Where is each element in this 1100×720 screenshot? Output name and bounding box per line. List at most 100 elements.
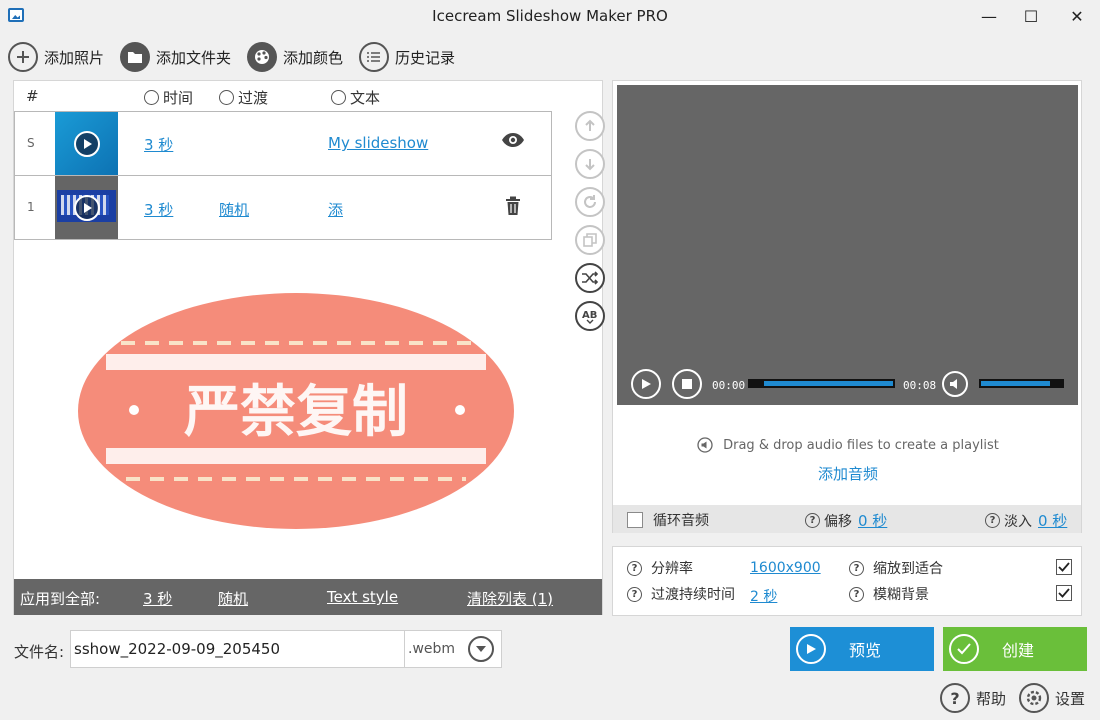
blur-bg-label: 模糊背景 <box>873 587 929 603</box>
stop-icon <box>682 379 692 389</box>
row-transition-link[interactable]: 随机 <box>219 199 249 220</box>
help-icon[interactable]: ? <box>985 513 1000 528</box>
trash-icon[interactable] <box>505 196 521 220</box>
offset-setting: ? 偏移 0 秒 <box>805 510 887 531</box>
filename-input[interactable] <box>71 631 405 667</box>
volume-slider[interactable] <box>979 379 1064 388</box>
help-icon[interactable]: ? <box>805 513 820 528</box>
add-color-button[interactable]: 添加颜色 <box>247 40 343 74</box>
play-icon <box>642 379 651 389</box>
filename-box: .webm <box>70 630 502 668</box>
move-down-button[interactable] <box>575 149 605 179</box>
move-up-button[interactable] <box>575 111 605 141</box>
help-icon[interactable]: ? <box>627 560 642 576</box>
offset-value-link[interactable]: 0 秒 <box>858 510 887 531</box>
maximize-button[interactable]: ☐ <box>1008 0 1054 32</box>
scale-fit-checkbox[interactable] <box>1056 559 1072 575</box>
rotate-button[interactable] <box>575 187 605 217</box>
minimize-button[interactable]: — <box>966 0 1012 32</box>
apply-transition-link[interactable]: 随机 <box>218 588 248 609</box>
slide-thumbnail[interactable] <box>55 176 118 239</box>
help-button[interactable]: ? 帮助 <box>940 683 1006 713</box>
row-text-link[interactable]: 添 <box>328 199 343 220</box>
help-icon: ? <box>940 683 970 713</box>
history-button[interactable]: 历史记录 <box>359 40 455 74</box>
text-icon <box>331 90 346 105</box>
create-button[interactable]: 创建 <box>943 627 1087 671</box>
table-row[interactable]: S 3 秒 My slideshow <box>14 111 552 176</box>
audio-options-bar: 循环音频 ? 偏移 0 秒 ? 淡入 0 秒 <box>613 505 1081 533</box>
arrow-up-icon <box>585 119 595 131</box>
palette-icon <box>247 42 278 72</box>
row-time-link[interactable]: 3 秒 <box>144 134 173 155</box>
output-settings: ? 分辨率 1600x900 ? 过渡持续时间 2 秒 ? 缩放到适合 ? 模糊… <box>612 546 1082 616</box>
total-time: 00:08 <box>903 379 937 392</box>
extension-label: .webm <box>408 641 456 657</box>
add-folder-button[interactable]: 添加文件夹 <box>120 40 231 74</box>
help-icon[interactable]: ? <box>849 586 864 602</box>
filename-label: 文件名: <box>14 643 65 661</box>
clear-list-link[interactable]: 清除列表 (1) <box>467 588 553 609</box>
transition-duration-link[interactable]: 2 秒 <box>750 586 777 606</box>
text-style-link[interactable]: Text style <box>327 588 398 606</box>
watermark-stamp: 严禁复制 <box>78 293 514 529</box>
loop-audio-label: 循环音频 <box>653 513 709 529</box>
header-text: 文本 <box>331 87 380 108</box>
close-button[interactable]: ✕ <box>1054 0 1100 32</box>
list-header: # 时间 过渡 文本 <box>14 81 604 111</box>
fadein-value-link[interactable]: 0 秒 <box>1038 510 1067 531</box>
row-time-link[interactable]: 3 秒 <box>144 199 173 220</box>
duplicate-button[interactable] <box>575 225 605 255</box>
loop-audio-toggle[interactable]: 循环音频 <box>627 510 709 530</box>
shuffle-icon <box>582 271 599 285</box>
resolution-link[interactable]: 1600x900 <box>750 560 821 576</box>
preview-button[interactable]: 预览 <box>790 627 934 671</box>
drop-message: Drag & drop audio files to create a play… <box>723 437 999 453</box>
help-icon[interactable]: ? <box>627 586 642 602</box>
format-dropdown[interactable] <box>468 636 494 662</box>
shuffle-button[interactable] <box>575 263 605 293</box>
title-bar: Icecream Slideshow Maker PRO — ☐ ✕ <box>0 0 1100 32</box>
preview-label: 预览 <box>848 641 881 660</box>
settings-label: 设置 <box>1055 689 1086 708</box>
apply-all-bar: 应用到全部: 3 秒 随机 Text style 清除列表 (1) <box>14 579 602 615</box>
seek-bar[interactable] <box>748 379 895 388</box>
resolution-setting: ? 分辨率 <box>627 558 693 578</box>
rotate-icon <box>584 195 596 208</box>
player-controls: 00:00 00:08 <box>617 361 1078 405</box>
window-title: Icecream Slideshow Maker PRO <box>432 7 668 25</box>
help-icon[interactable]: ? <box>849 560 864 576</box>
play-icon[interactable] <box>73 194 100 221</box>
row-number: S <box>27 136 35 150</box>
blur-bg-setting: ? 模糊背景 <box>849 584 929 604</box>
preview-panel: 00:00 00:08 Drag & drop audio files to c… <box>612 80 1082 533</box>
offset-label: 偏移 <box>824 513 852 530</box>
row-number: 1 <box>27 200 35 214</box>
transition-duration-setting: ? 过渡持续时间 <box>627 584 735 604</box>
table-row[interactable]: 1 3 秒 随机 添 <box>14 175 552 240</box>
play-icon <box>796 634 826 664</box>
settings-button[interactable]: 设置 <box>1019 683 1085 713</box>
sort-ab-button[interactable]: AB <box>575 301 605 331</box>
speaker-icon <box>697 437 713 453</box>
slide-thumbnail[interactable] <box>55 112 118 175</box>
eye-icon[interactable] <box>501 132 525 152</box>
loop-audio-checkbox[interactable] <box>627 512 643 528</box>
toolbar: 添加照片 添加文件夹 添加颜色 历史记录 <box>8 40 471 74</box>
add-audio-link[interactable]: 添加音频 <box>613 463 1083 484</box>
stop-button[interactable] <box>672 369 702 399</box>
watermark-text: 严禁复制 <box>184 380 408 445</box>
blur-bg-checkbox[interactable] <box>1056 585 1072 601</box>
add-photos-label: 添加照片 <box>44 48 105 67</box>
gear-icon <box>1019 683 1049 713</box>
apply-time-link[interactable]: 3 秒 <box>143 588 172 609</box>
audio-drop-zone[interactable]: Drag & drop audio files to create a play… <box>613 437 1083 453</box>
mute-button[interactable] <box>942 371 968 397</box>
header-time: 时间 <box>144 87 193 108</box>
row-text-link[interactable]: My slideshow <box>328 134 428 152</box>
apply-all-label: 应用到全部: <box>20 590 101 608</box>
video-preview[interactable]: 00:00 00:08 <box>617 85 1078 405</box>
play-icon[interactable] <box>73 130 100 157</box>
add-photos-button[interactable]: 添加照片 <box>8 40 104 74</box>
play-button[interactable] <box>631 369 661 399</box>
